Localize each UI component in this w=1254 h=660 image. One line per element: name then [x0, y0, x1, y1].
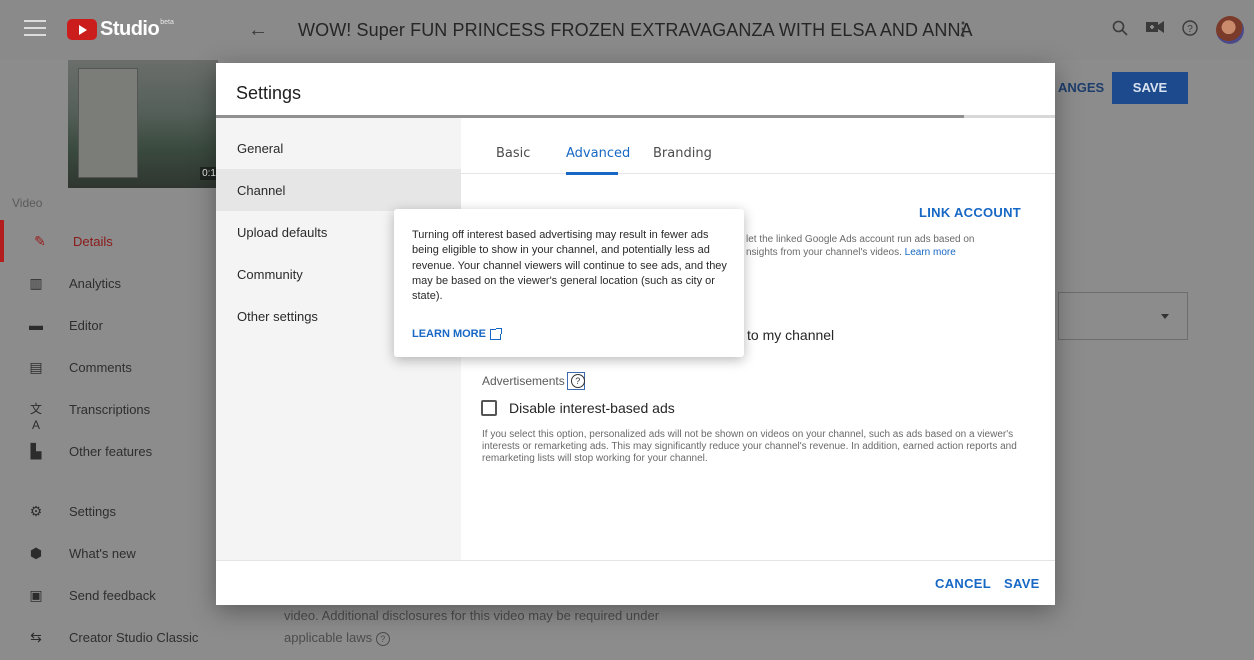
tab-advanced[interactable]: Advanced — [566, 146, 630, 161]
feedback-icon: ▣ — [29, 587, 43, 603]
sidebar-item-label: What's new — [69, 545, 136, 561]
gear-icon: ⚙ — [29, 503, 43, 519]
disable-interest-ads-row[interactable]: Disable interest-based ads — [481, 400, 675, 416]
analytics-icon: ▥ — [29, 275, 43, 291]
gads-desc-line-2-text: nsights from your channel's videos. — [746, 247, 902, 258]
sidebar-section-label: Video — [12, 196, 43, 210]
back-arrow-icon[interactable]: ← — [248, 19, 268, 42]
help-icon[interactable]: ? — [1182, 20, 1198, 41]
sidebar-item-label: Settings — [69, 503, 116, 519]
tab-basic[interactable]: Basic — [496, 146, 530, 161]
sidebar-item-creator-studio-classic[interactable]: ⇆ Creator Studio Classic — [0, 616, 231, 658]
undo-changes-button[interactable]: ANGES — [1058, 80, 1104, 95]
settings-tabs: Basic Advanced Branding — [461, 118, 1055, 175]
sidebar-item-other-features[interactable]: ▙ Other features — [0, 430, 231, 472]
settings-nav-general[interactable]: General — [216, 127, 461, 169]
disable-interest-ads-checkbox[interactable] — [481, 400, 497, 416]
video-thumbnail[interactable]: 0:1 — [68, 60, 218, 188]
editor-icon: ▬ — [29, 317, 43, 333]
sidebar-item-label: Analytics — [69, 275, 122, 291]
logo-beta-badge: beta — [160, 19, 174, 26]
comments-icon: ▤ — [29, 359, 43, 375]
advertisements-label: Advertisements — [482, 372, 585, 390]
avatar[interactable] — [1216, 16, 1244, 44]
gads-desc-line-1: let the linked Google Ads account run ad… — [746, 234, 975, 245]
dialog-title: Settings — [236, 83, 302, 103]
translate-icon: 文A — [29, 402, 42, 432]
search-icon[interactable] — [1112, 20, 1128, 41]
sidebar-item-label: Creator Studio Classic — [69, 629, 199, 645]
disclosure-text: video. Additional disclosures for this v… — [284, 605, 704, 649]
disclosure-line-1: video. Additional disclosures for this v… — [284, 608, 660, 623]
link-to-channel-text: to my channel — [747, 327, 835, 343]
advertisements-label-text: Advertisements — [482, 374, 565, 388]
sidebar-item-send-feedback[interactable]: ▣ Send feedback — [0, 574, 231, 616]
sidebar-item-comments[interactable]: ▤ Comments — [0, 346, 231, 388]
left-sidebar: 0:1 Video ✎ Details ▥ Analytics ▬ Editor… — [0, 60, 231, 660]
menu-icon[interactable] — [24, 20, 46, 38]
link-account-button[interactable]: LINK ACCOUNT — [919, 205, 1021, 220]
top-app-bar: Studio beta ← WOW! Super FUN PRINCESS FR… — [0, 0, 1254, 60]
sidebar-item-label: Transcriptions — [69, 401, 151, 417]
dialog-footer: CANCEL SAVE — [216, 560, 1055, 605]
sidebar-item-whats-new[interactable]: ⬢ What's new — [0, 532, 231, 574]
sidebar-item-label: Other features — [69, 443, 153, 459]
more-options-icon[interactable]: ⋮ — [954, 19, 972, 40]
google-ads-description: let the linked Google Ads account run ad… — [746, 233, 1006, 259]
interest-ads-tooltip: Turning off interest based advertising m… — [394, 209, 744, 357]
tooltip-learn-more-link[interactable]: LEARN MORE — [412, 327, 502, 340]
tooltip-text: Turning off interest based advertising m… — [412, 229, 727, 303]
create-video-icon[interactable] — [1146, 20, 1164, 39]
whats-new-icon: ⬢ — [29, 545, 43, 561]
sidebar-item-transcriptions[interactable]: 文A Transcriptions — [0, 388, 231, 433]
youtube-play-icon — [67, 19, 97, 40]
help-icon[interactable] — [566, 372, 585, 390]
sidebar-item-details[interactable]: ✎ Details — [0, 220, 231, 262]
disclosure-line-2: applicable laws ? — [284, 627, 704, 649]
sidebar-item-settings[interactable]: ⚙ Settings — [0, 490, 231, 532]
svg-text:?: ? — [1187, 24, 1193, 35]
logo-text: Studio — [100, 18, 160, 40]
sidebar-item-label: Editor — [69, 317, 103, 333]
gads-learn-more-link[interactable]: Learn more — [905, 247, 956, 258]
disclosure-line-2-text: applicable laws — [284, 630, 373, 645]
disable-interest-ads-label[interactable]: Disable interest-based ads — [509, 400, 675, 416]
thumbnail-scene — [78, 68, 138, 178]
classic-icon: ⇆ — [30, 629, 42, 645]
settings-nav-channel[interactable]: Channel — [216, 169, 461, 211]
video-title: WOW! Super FUN PRINCESS FROZEN EXTRAVAGA… — [298, 20, 973, 40]
external-link-icon — [489, 327, 502, 340]
sidebar-item-label: Comments — [69, 359, 132, 375]
tooltip-learn-more-label[interactable]: LEARN MORE — [412, 328, 486, 340]
sidebar-item-label: Details — [73, 233, 113, 249]
cancel-button[interactable]: CANCEL — [935, 576, 991, 591]
pencil-icon: ✎ — [34, 233, 46, 249]
sidebar-item-editor[interactable]: ▬ Editor — [0, 304, 231, 346]
save-button[interactable]: SAVE — [1004, 576, 1040, 591]
gads-desc-line-2: nsights from your channel's videos. Lear… — [746, 246, 1006, 259]
background-dropdown[interactable] — [1058, 292, 1188, 340]
sidebar-item-label: Send feedback — [69, 587, 156, 603]
sidebar-item-analytics[interactable]: ▥ Analytics — [0, 262, 231, 304]
studio-logo[interactable]: Studio beta — [67, 18, 174, 41]
interest-ads-description: If you select this option, personalized … — [482, 429, 1017, 464]
tab-branding[interactable]: Branding — [653, 146, 712, 161]
other-features-icon: ▙ — [30, 443, 42, 459]
background-save-button[interactable]: SAVE — [1112, 72, 1188, 104]
help-icon[interactable]: ? — [375, 631, 390, 646]
